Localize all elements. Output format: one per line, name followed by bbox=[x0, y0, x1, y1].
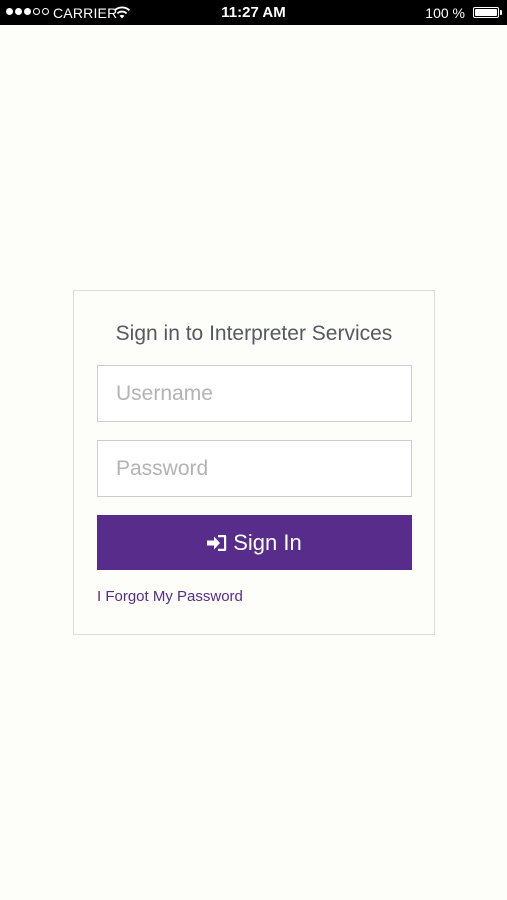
battery-level-fill bbox=[475, 9, 497, 16]
battery-percentage: 100 % bbox=[425, 5, 465, 21]
battery-tip bbox=[500, 10, 502, 15]
sign-in-icon bbox=[207, 534, 227, 551]
sign-in-button[interactable]: Sign In bbox=[97, 515, 412, 570]
forgot-password-link[interactable]: I Forgot My Password bbox=[97, 588, 243, 605]
username-input[interactable] bbox=[97, 365, 412, 422]
login-title: Sign in to Interpreter Services bbox=[115, 322, 393, 345]
status-bar: CARRIER 11:27 AM 100 % bbox=[0, 0, 507, 25]
sign-in-label: Sign In bbox=[233, 529, 302, 555]
login-card: Sign in to Interpreter Services Sign In … bbox=[73, 290, 435, 635]
password-input[interactable] bbox=[97, 440, 412, 497]
battery-icon bbox=[473, 7, 499, 18]
